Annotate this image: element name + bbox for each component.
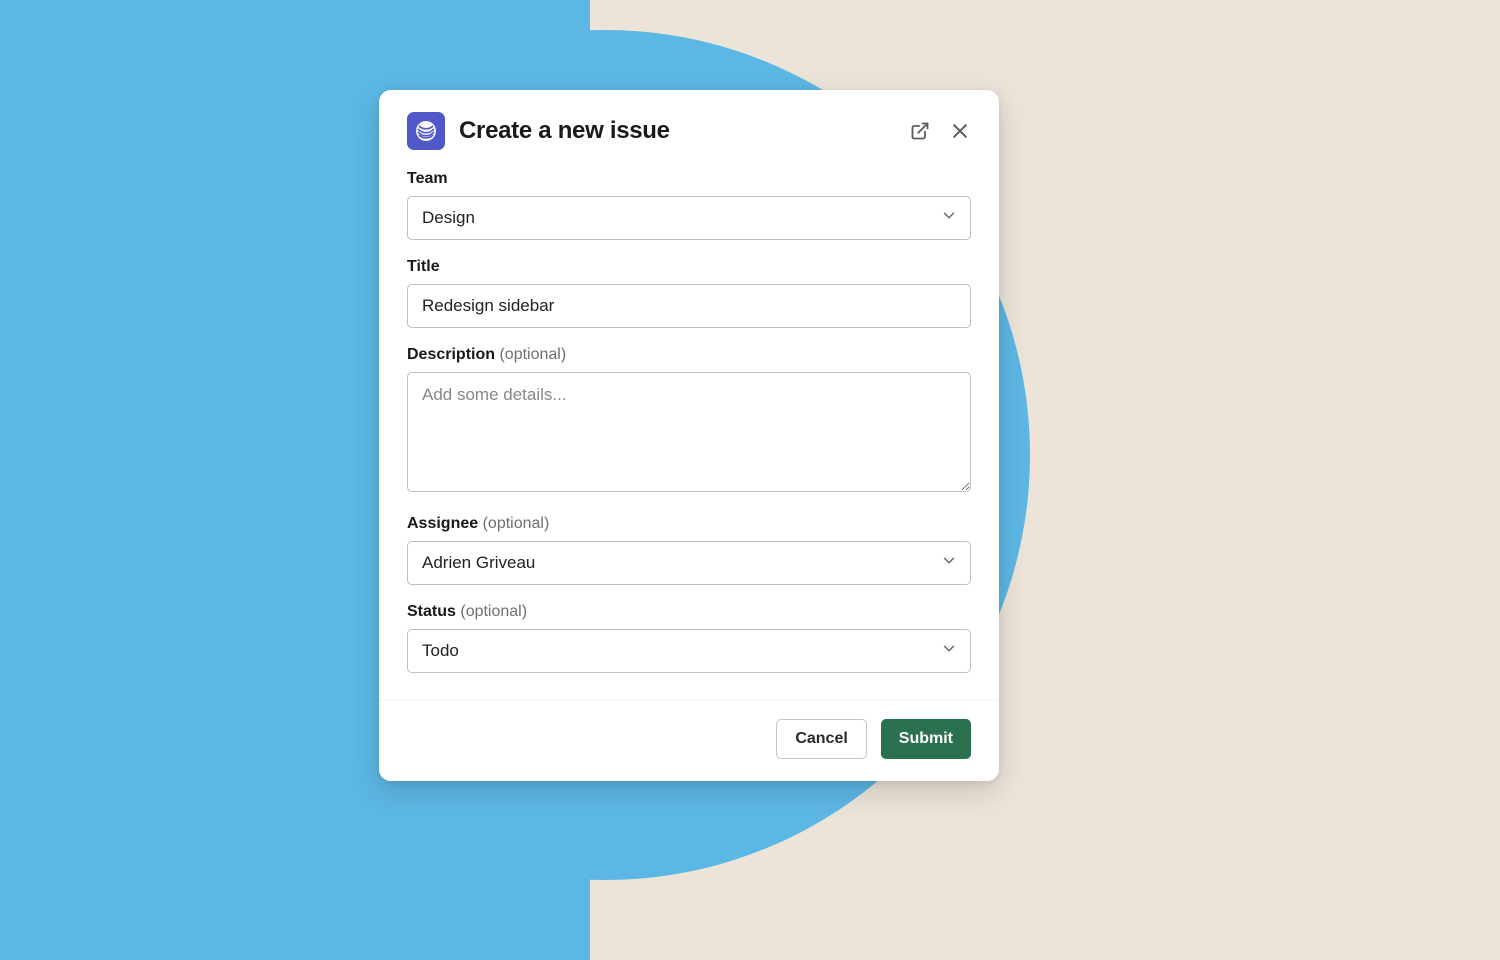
header-actions [909,120,971,142]
status-select-value: Todo [422,641,459,661]
modal-body: Team Design Title Description (optional)… [379,160,999,700]
description-optional-text: (optional) [499,346,566,363]
description-textarea[interactable] [407,372,971,492]
title-label: Title [407,258,971,276]
title-input[interactable] [407,284,971,328]
status-label-text: Status [407,603,456,620]
submit-button[interactable]: Submit [881,719,971,759]
chevron-down-icon [940,640,958,663]
assignee-field-group: Assignee (optional) Adrien Griveau [407,515,971,585]
app-logo-icon [407,112,445,150]
open-external-icon[interactable] [909,120,931,142]
description-label: Description (optional) [407,346,971,364]
team-select-value: Design [422,208,475,228]
assignee-optional-text: (optional) [483,515,550,532]
team-field-group: Team Design [407,170,971,240]
assignee-label: Assignee (optional) [407,515,971,533]
title-field-group: Title [407,258,971,328]
status-optional-text: (optional) [460,603,527,620]
status-label: Status (optional) [407,603,971,621]
chevron-down-icon [940,552,958,575]
status-select[interactable]: Todo [407,629,971,673]
assignee-select-value: Adrien Griveau [422,553,535,573]
assignee-select[interactable]: Adrien Griveau [407,541,971,585]
description-label-text: Description [407,346,495,363]
assignee-label-text: Assignee [407,515,478,532]
close-icon[interactable] [949,120,971,142]
description-field-group: Description (optional) [407,346,971,497]
create-issue-modal: Create a new issue Team Design [379,90,999,781]
cancel-button[interactable]: Cancel [776,719,866,759]
chevron-down-icon [940,207,958,230]
status-field-group: Status (optional) Todo [407,603,971,673]
modal-header: Create a new issue [379,90,999,160]
modal-title: Create a new issue [459,117,895,145]
team-select[interactable]: Design [407,196,971,240]
scroll-fade [379,670,999,700]
team-label: Team [407,170,971,188]
modal-footer: Cancel Submit [379,700,999,781]
